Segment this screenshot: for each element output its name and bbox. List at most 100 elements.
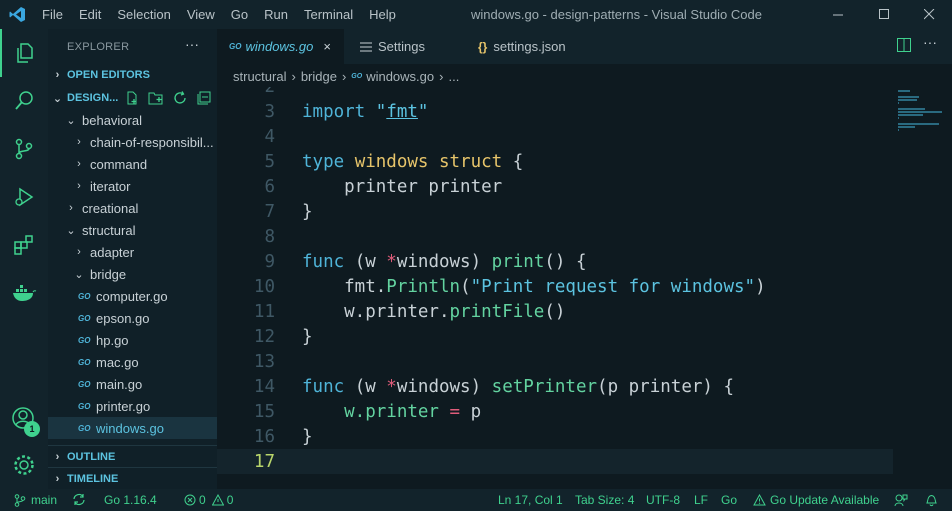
- file-item[interactable]: GO printer.go: [48, 395, 217, 417]
- code-line[interactable]: 5 type windows struct {: [217, 149, 893, 174]
- code-line[interactable]: 13: [217, 349, 893, 374]
- code-line[interactable]: 3 import "fmt": [217, 99, 893, 124]
- code-line[interactable]: 9 func (w *windows) print() {: [217, 249, 893, 274]
- minimize-button[interactable]: [815, 0, 861, 29]
- code-text: printer printer: [302, 177, 502, 197]
- tab-bar: GO windows.go × Settings {} settings.jso…: [217, 29, 952, 64]
- new-folder-icon[interactable]: [144, 91, 168, 105]
- menu-run[interactable]: Run: [256, 7, 296, 22]
- breadcrumb-item[interactable]: windows.go: [366, 69, 434, 84]
- language-status[interactable]: Go: [721, 493, 737, 507]
- code-token: fmt: [386, 101, 418, 122]
- code-line[interactable]: 8: [217, 224, 893, 249]
- folder-item[interactable]: › adapter: [48, 241, 217, 263]
- tree-item-label: printer.go: [96, 398, 151, 414]
- code-text: fmt.Println("Print request for windows"): [302, 277, 766, 297]
- project-section[interactable]: ⌄ DESIGN...: [48, 87, 217, 109]
- feedback-status[interactable]: [894, 493, 908, 507]
- code-text: }: [302, 327, 313, 347]
- tab-settings[interactable]: Settings: [344, 29, 464, 64]
- code-line[interactable]: 17: [217, 449, 893, 474]
- new-file-icon[interactable]: [120, 91, 144, 105]
- timeline-section[interactable]: › TIMELINE: [48, 467, 217, 489]
- split-editor-icon[interactable]: [897, 38, 911, 55]
- notifications-status[interactable]: [925, 493, 938, 507]
- code-text: w.printer = p: [302, 402, 481, 422]
- tab-settings-json[interactable]: {} settings.json: [464, 29, 594, 64]
- eol-status[interactable]: LF: [694, 493, 708, 507]
- open-editors-section[interactable]: › OPEN EDITORS: [48, 64, 217, 86]
- outline-section[interactable]: › OUTLINE: [48, 445, 217, 467]
- go-file-icon: GO: [78, 379, 91, 389]
- code-line[interactable]: 15 w.printer = p: [217, 399, 893, 424]
- source-control-activity-button[interactable]: [0, 125, 48, 173]
- menu-selection[interactable]: Selection: [109, 7, 178, 22]
- branch-status[interactable]: main: [14, 493, 57, 507]
- folder-item[interactable]: ⌄ bridge: [48, 263, 217, 285]
- file-item[interactable]: GO windows.go: [48, 417, 217, 439]
- activity-bar: 1: [0, 29, 48, 489]
- go-version-status[interactable]: Go 1.16.4: [104, 493, 157, 507]
- code-editor[interactable]: 23import "fmt"45type windows struct {6 p…: [217, 87, 893, 487]
- folder-item[interactable]: › command: [48, 153, 217, 175]
- code-line[interactable]: 4: [217, 124, 893, 149]
- menu-view[interactable]: View: [179, 7, 223, 22]
- sync-status[interactable]: [72, 493, 86, 506]
- folder-item[interactable]: ⌄ structural: [48, 219, 217, 241]
- code-line[interactable]: 11 w.printer.printFile(): [217, 299, 893, 324]
- problems-status[interactable]: 0 0: [184, 493, 233, 507]
- go-update-status[interactable]: Go Update Available: [753, 493, 879, 507]
- run-debug-activity-button[interactable]: [0, 173, 48, 221]
- code-line[interactable]: 6 printer printer: [217, 174, 893, 199]
- folder-item[interactable]: › chain-of-responsibil...: [48, 131, 217, 153]
- code-token: w.printer: [302, 401, 450, 422]
- more-actions-icon[interactable]: ···: [923, 34, 937, 50]
- error-count: 0: [199, 493, 206, 507]
- code-token: (w: [354, 376, 387, 397]
- folder-item[interactable]: ⌄ behavioral: [48, 109, 217, 131]
- extensions-activity-button[interactable]: [0, 221, 48, 269]
- code-line[interactable]: 10 fmt.Println("Print request for window…: [217, 274, 893, 299]
- minimap[interactable]: [894, 87, 944, 147]
- vscode-logo-icon: [0, 0, 34, 29]
- cursor-position-status[interactable]: Ln 17, Col 1: [498, 493, 563, 507]
- close-icon[interactable]: ×: [323, 39, 331, 54]
- breadcrumb-item[interactable]: ...: [448, 69, 459, 84]
- menu-help[interactable]: Help: [361, 7, 404, 22]
- more-actions-icon[interactable]: ···: [185, 36, 199, 52]
- file-item[interactable]: GO main.go: [48, 373, 217, 395]
- folder-item[interactable]: › iterator: [48, 175, 217, 197]
- menu-file[interactable]: File: [34, 7, 71, 22]
- breadcrumb-item[interactable]: structural: [233, 69, 286, 84]
- code-line[interactable]: 2: [217, 87, 893, 99]
- search-icon: [15, 91, 33, 110]
- file-item[interactable]: GO hp.go: [48, 329, 217, 351]
- search-activity-button[interactable]: [0, 77, 48, 125]
- menu-go[interactable]: Go: [223, 7, 256, 22]
- accounts-activity-button[interactable]: 1: [0, 395, 48, 443]
- code-line[interactable]: 7}: [217, 199, 893, 224]
- file-item[interactable]: GO epson.go: [48, 307, 217, 329]
- tab-size-status[interactable]: Tab Size: 4: [575, 493, 634, 507]
- breadcrumb-item[interactable]: bridge: [301, 69, 337, 84]
- refresh-icon[interactable]: [168, 91, 192, 105]
- minimap-line: [898, 108, 925, 110]
- menu-terminal[interactable]: Terminal: [296, 7, 361, 22]
- code-line[interactable]: 12}: [217, 324, 893, 349]
- encoding-status[interactable]: UTF-8: [646, 493, 680, 507]
- folder-item[interactable]: › creational: [48, 197, 217, 219]
- code-line[interactable]: 14 func (w *windows) setPrinter(p printer…: [217, 374, 893, 399]
- maximize-button[interactable]: [861, 0, 907, 29]
- docker-activity-button[interactable]: [0, 269, 48, 317]
- sync-icon: [73, 493, 85, 506]
- menu-edit[interactable]: Edit: [71, 7, 109, 22]
- manage-activity-button[interactable]: [0, 441, 48, 489]
- tab-windows-go[interactable]: GO windows.go ×: [217, 29, 344, 64]
- close-window-button[interactable]: [906, 0, 952, 29]
- chevron-right-icon: ›: [77, 180, 81, 192]
- file-item[interactable]: GO computer.go: [48, 285, 217, 307]
- code-line[interactable]: 16}: [217, 424, 893, 449]
- explorer-activity-button[interactable]: [0, 29, 48, 77]
- file-item[interactable]: GO mac.go: [48, 351, 217, 373]
- collapse-all-icon[interactable]: [192, 91, 216, 105]
